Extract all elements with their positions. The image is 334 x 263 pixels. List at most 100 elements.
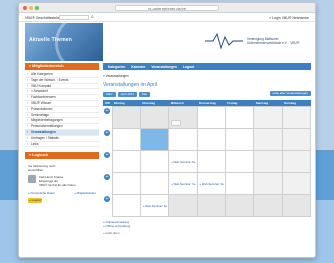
personal-data-link[interactable]: » Persönliche Daten	[28, 191, 55, 195]
calendar-day[interactable]	[111, 171, 141, 195]
next-month-button[interactable]: Mai	[138, 91, 150, 97]
search-icon[interactable]: ⌕	[91, 14, 94, 20]
legend-offline: » Offline-Anmeldung	[103, 224, 131, 228]
list-view-button[interactable]: Liste aller Veranstaltungen	[269, 91, 311, 96]
calendar-day[interactable]	[224, 105, 255, 129]
event-link[interactable]: » Web-Seminar: So	[171, 182, 195, 186]
avatar	[28, 175, 36, 184]
back-to-top-link[interactable]: » nach oben	[103, 231, 311, 235]
site-top-bar: VBU® Geschäftsstelle ▾ ⌕ » Login VBU® Ne…	[19, 13, 315, 22]
event-link[interactable]: » Web-Seminar: So	[171, 160, 195, 164]
event-link[interactable]: » Web-Seminar: So	[200, 182, 224, 186]
calendar-day[interactable]	[224, 193, 255, 217]
add-cell: +	[103, 172, 112, 194]
calendar-day[interactable]: » Web-Seminar: So	[196, 171, 226, 195]
logout-button[interactable]: » Logout	[28, 198, 42, 204]
calendar-day[interactable]	[111, 105, 141, 129]
calendar-day[interactable]	[111, 193, 141, 217]
calendar-day[interactable]	[168, 127, 198, 151]
day-marker	[171, 119, 182, 126]
calendar-day[interactable]	[281, 127, 312, 151]
calendar-day[interactable]	[168, 105, 198, 129]
calendar-day[interactable]	[281, 171, 312, 195]
user-info: Karl-Heinz Krause Eingeloggt als VBU® Gm…	[39, 175, 76, 187]
sidebar-heading: » Mitgliederbereich	[25, 63, 99, 70]
calendar-day[interactable]: » Web-Seminar: So	[168, 149, 198, 173]
calendar-week-row: +	[103, 127, 312, 151]
calendar-grid: KW Montag Dienstag Mittwoch Donnerstag F…	[103, 100, 312, 217]
calendar-day[interactable]	[253, 193, 283, 217]
month-controls: März April 2011 Mai Liste aller Veransta…	[103, 91, 311, 97]
login-body: Vor Aktivierung noch auszufüllen Karl-He…	[25, 161, 99, 206]
calendar-day[interactable]	[168, 193, 198, 217]
network-login-link[interactable]: » Login VBU® Netzwerke	[269, 16, 309, 20]
calendar-day[interactable]	[253, 171, 283, 195]
logo-wave-icon	[205, 32, 243, 50]
user-row: Karl-Heinz Krause Eingeloggt als VBU® Gm…	[28, 175, 96, 187]
legend: » Onlineanmeldung » Offline-Anmeldung	[103, 220, 311, 229]
zoom-dot[interactable]	[35, 6, 39, 10]
sidebar-item[interactable]: Links	[25, 142, 99, 148]
calendar-day[interactable]	[139, 105, 170, 129]
calendar-day[interactable]	[224, 149, 255, 173]
nav-item-logout[interactable]: Logout	[183, 65, 194, 69]
minimize-dot[interactable]	[29, 6, 33, 10]
main-content: Kategorien Kalender Veranstaltungen Logo…	[103, 63, 312, 235]
calendar-day[interactable]	[139, 149, 170, 173]
prev-month-button[interactable]: März	[103, 91, 116, 97]
main-nav: Kategorien Kalender Veranstaltungen Logo…	[103, 63, 311, 70]
calendar-day[interactable]	[196, 193, 226, 217]
event-link[interactable]: » Web-Seminar: So	[143, 204, 167, 208]
site-header: Aktuelle Themen Vereinigung Baltischer U…	[19, 23, 315, 61]
breadcrumb[interactable]: » Veranstaltungen	[103, 74, 311, 78]
browser-window: vr-unternehmer.de/ve VBU® Geschäftsstell…	[18, 2, 316, 258]
account-links: » Persönliche Daten » Mitgliedsdaten	[28, 191, 96, 195]
current-month-select[interactable]: April 2011	[117, 91, 137, 97]
calendar-week-row: + » Web-Seminar: So	[103, 193, 312, 217]
nav-item-events[interactable]: Veranstaltungen	[151, 65, 177, 69]
login-heading: » Logbuch	[25, 152, 99, 160]
calendar-day[interactable]	[196, 105, 226, 129]
office-select[interactable]: VBU® Geschäftsstelle ▾	[25, 16, 62, 20]
calendar-day[interactable]	[224, 127, 255, 151]
calendar-day[interactable]	[253, 127, 283, 151]
member-data-link[interactable]: » Mitgliedsdaten	[74, 191, 96, 195]
close-dot[interactable]	[23, 6, 27, 10]
user-company: VBU® GmbH für alle Daten	[39, 183, 76, 188]
add-event-icon[interactable]: +	[104, 108, 110, 114]
add-cell: +	[103, 150, 112, 172]
banner-title: Aktuelle Themen	[29, 37, 73, 43]
calendar-week-row: + » Web-Seminar: So	[103, 149, 312, 173]
add-event-icon[interactable]: +	[104, 196, 110, 202]
calendar-day[interactable]	[253, 105, 283, 129]
login-box: » Logbuch Vor Aktivierung noch auszufüll…	[25, 152, 99, 206]
calendar-day[interactable]	[253, 149, 283, 173]
calendar-day[interactable]	[281, 105, 312, 129]
add-cell: +	[103, 194, 112, 216]
login-note-2: auszufüllen	[28, 168, 44, 173]
calendar-week-row: + » Web-Seminar: So » Web-Seminar: So	[103, 171, 312, 195]
nav-item-calendar[interactable]: Kalender	[131, 65, 145, 69]
calendar-day[interactable]	[196, 149, 226, 173]
calendar-day[interactable]	[196, 127, 226, 151]
add-event-icon[interactable]: +	[104, 152, 110, 158]
calendar-day[interactable]	[111, 149, 141, 173]
calendar-day[interactable]	[281, 149, 312, 173]
add-event-icon[interactable]: +	[104, 130, 110, 136]
address-bar[interactable]: vr-unternehmer.de/ve	[115, 5, 219, 11]
browser-chrome: vr-unternehmer.de/ve	[19, 3, 315, 13]
calendar-day[interactable]	[224, 171, 255, 195]
calendar-day[interactable]	[111, 127, 141, 151]
calendar-week-row: +	[103, 105, 312, 129]
search-input[interactable]	[59, 15, 89, 20]
calendar-day-today[interactable]	[139, 127, 170, 151]
logo-text: Vereinigung Baltischer Unternehmensverbä…	[247, 37, 300, 45]
calendar-day[interactable]: » Web-Seminar: So	[168, 171, 198, 195]
add-cell: +	[103, 106, 112, 128]
calendar-day[interactable]: » Web-Seminar: So	[139, 193, 170, 217]
sidebar: » Mitgliederbereich Alle KategorienTage …	[25, 63, 99, 206]
calendar-day[interactable]	[281, 193, 312, 217]
add-event-icon[interactable]: +	[104, 174, 110, 180]
calendar-day[interactable]	[139, 171, 170, 195]
nav-item-categories[interactable]: Kategorien	[108, 65, 125, 69]
